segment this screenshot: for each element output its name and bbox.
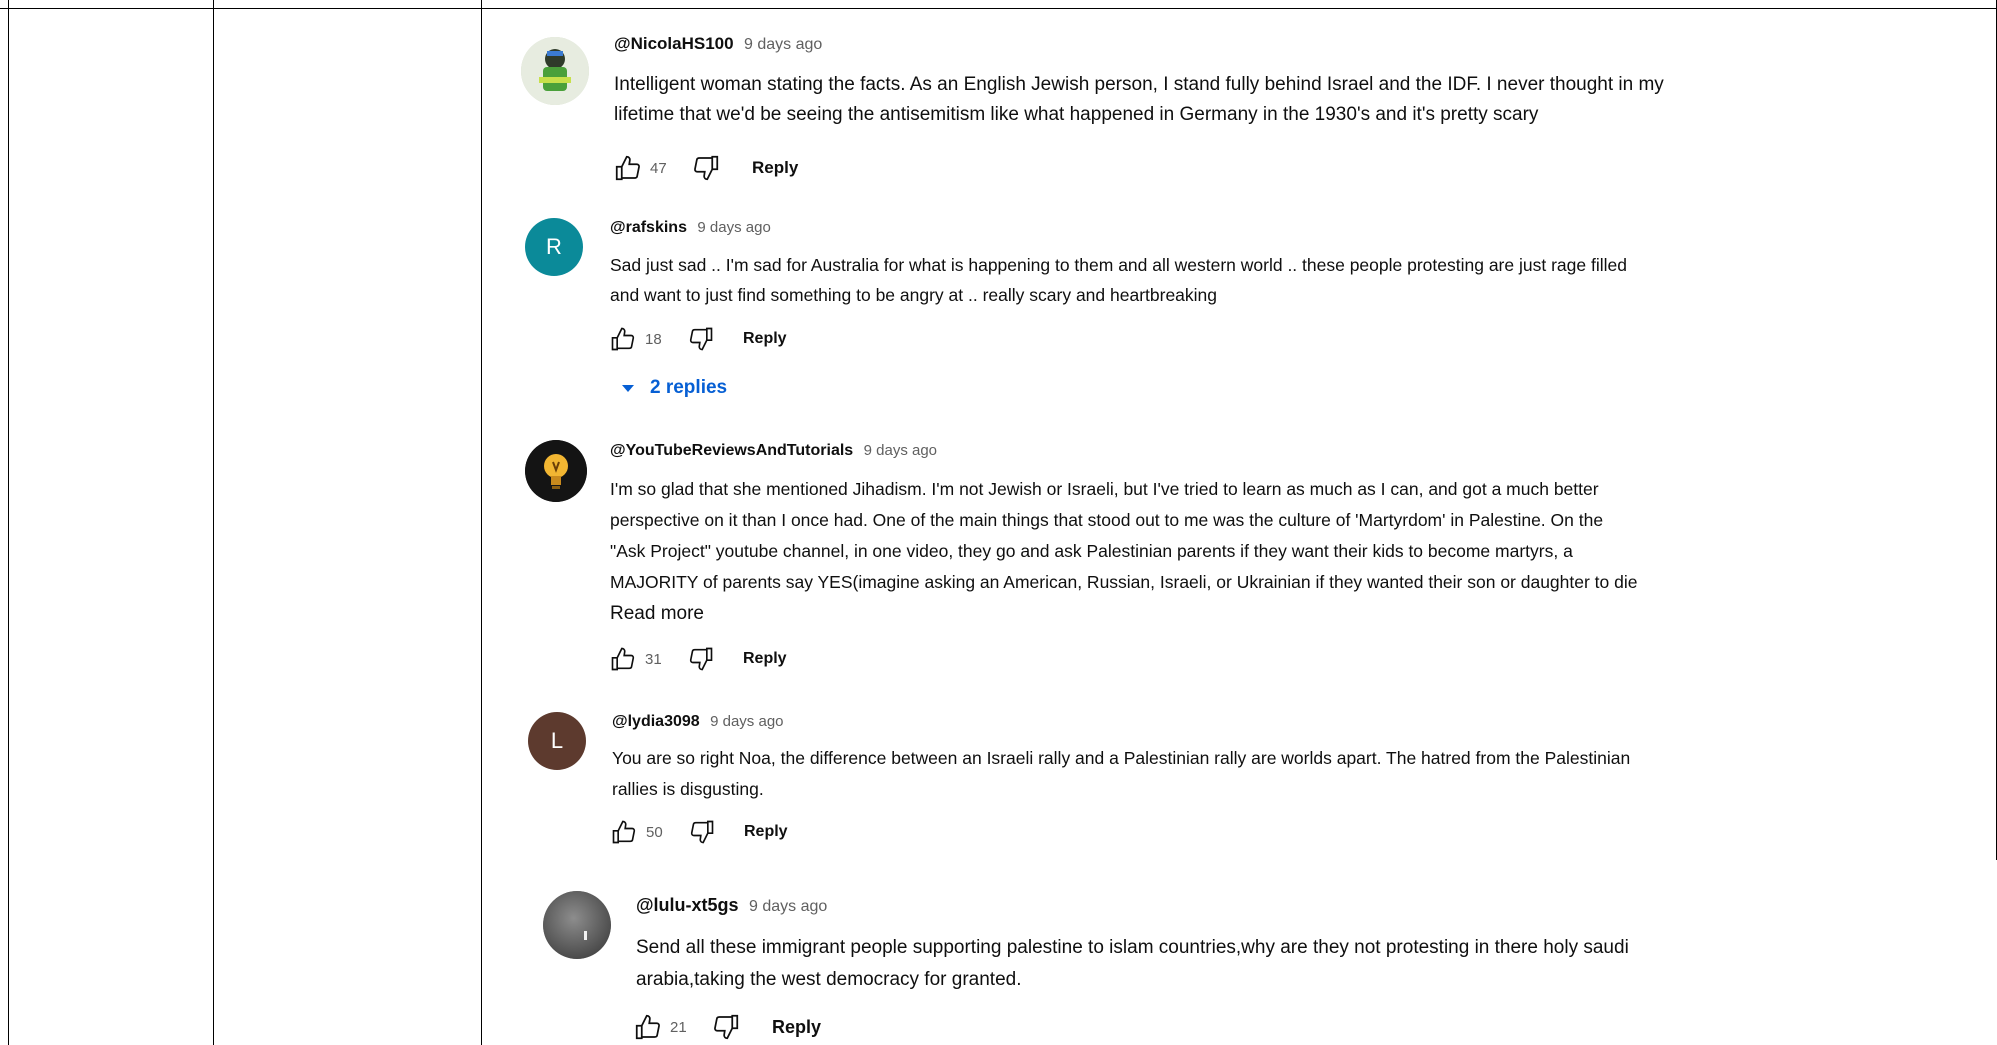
comment-text-line: You are so right Noa, the difference bet… — [612, 748, 1631, 768]
reply-button[interactable]: Reply — [743, 330, 787, 348]
avatar-photo-icon — [521, 37, 589, 105]
comment-actions: 18 Reply — [607, 323, 787, 355]
comment-text-line: Intelligent woman stating the facts. As … — [614, 74, 1664, 95]
comment-text-line: Sad just sad .. I'm sad for Australia fo… — [610, 255, 1627, 275]
replies-count-label: 2 replies — [650, 377, 728, 398]
comment-text: Send all these immigrant people supporti… — [636, 932, 1629, 996]
comment-time[interactable]: 9 days ago — [697, 219, 770, 236]
table-top-border — [0, 8, 1997, 9]
read-more-link[interactable]: Read more — [610, 603, 704, 625]
comment-header: @NicolaHS100 9 days ago — [614, 34, 822, 54]
comment-header: @rafskins 9 days ago — [610, 219, 771, 237]
comment-header: @lulu-xt5gs 9 days ago — [636, 895, 827, 916]
comment-text: You are so right Noa, the difference bet… — [612, 743, 1630, 805]
comment-text-line: MAJORITY of parents say YES(imagine aski… — [610, 572, 1638, 592]
comment-author[interactable]: @rafskins — [610, 219, 687, 236]
comment-author[interactable]: @YouTubeReviewsAndTutorials — [610, 442, 853, 459]
caret-down-icon — [622, 384, 634, 392]
reply-button[interactable]: Reply — [752, 158, 798, 178]
dislike-icon[interactable] — [690, 152, 722, 184]
like-icon[interactable] — [607, 643, 639, 675]
comment-text-line: arabia,taking the west democracy for gra… — [636, 969, 1022, 990]
table-left-border — [8, 0, 9, 1045]
comment-author[interactable]: @lydia3098 — [612, 713, 700, 730]
avatar[interactable] — [521, 37, 589, 105]
comment-text-line: perspective on it than I once had. One o… — [610, 510, 1604, 530]
like-count: 31 — [645, 650, 662, 668]
comment-actions: 21 Reply — [632, 1011, 821, 1043]
reply-button[interactable]: Reply — [772, 1017, 821, 1038]
comment-header: @lydia3098 9 days ago — [612, 713, 784, 731]
dislike-icon[interactable] — [710, 1011, 742, 1043]
comment-actions: 31 Reply — [607, 643, 787, 675]
table-column-divider-2 — [481, 0, 482, 1045]
avatar[interactable]: R — [525, 218, 583, 276]
comment-text-line: lifetime that we'd be seeing the antisem… — [614, 104, 1539, 125]
comment-text-line: and want to just find something to be an… — [610, 285, 1218, 305]
like-count: 18 — [645, 330, 662, 348]
avatar[interactable]: L — [528, 712, 586, 770]
comment-actions: 47 Reply — [612, 152, 798, 184]
reply-button[interactable]: Reply — [743, 650, 787, 668]
like-icon[interactable] — [632, 1011, 664, 1043]
like-icon[interactable] — [608, 816, 640, 848]
comment-text: I'm so glad that she mentioned Jihadism.… — [610, 474, 1638, 598]
avatar[interactable] — [525, 440, 587, 502]
comment-text-line: "Ask Project" youtube channel, in one vi… — [610, 541, 1573, 561]
comment-text-line: Send all these immigrant people supporti… — [636, 937, 1629, 958]
comment-time[interactable]: 9 days ago — [744, 36, 822, 53]
replies-toggle-button[interactable]: 2 replies — [614, 377, 727, 399]
dislike-icon[interactable] — [685, 643, 717, 675]
comment-time[interactable]: 9 days ago — [864, 442, 937, 459]
dislike-icon[interactable] — [685, 323, 717, 355]
comment-text: Intelligent woman stating the facts. As … — [614, 70, 1664, 130]
like-icon[interactable] — [607, 323, 639, 355]
comment-text-line: rallies is disgusting. — [612, 779, 764, 799]
comment-time[interactable]: 9 days ago — [710, 713, 783, 730]
comment-header: @YouTubeReviewsAndTutorials 9 days ago — [610, 442, 937, 460]
comment-author[interactable]: @NicolaHS100 — [614, 34, 734, 53]
like-count: 47 — [650, 159, 667, 177]
dislike-icon[interactable] — [686, 816, 718, 848]
reply-button[interactable]: Reply — [744, 823, 788, 841]
like-icon[interactable] — [612, 152, 644, 184]
comment-text: Sad just sad .. I'm sad for Australia fo… — [610, 250, 1627, 310]
like-count: 50 — [646, 823, 663, 841]
table-column-divider-1 — [213, 0, 214, 1045]
comment-actions: 50 Reply — [608, 816, 788, 848]
avatar-photo-icon — [543, 891, 611, 959]
like-count: 21 — [670, 1018, 687, 1036]
comment-time[interactable]: 9 days ago — [749, 898, 827, 915]
lightbulb-icon — [525, 440, 587, 502]
comment-author[interactable]: @lulu-xt5gs — [636, 895, 739, 915]
avatar[interactable] — [543, 891, 611, 959]
comment-text-line: I'm so glad that she mentioned Jihadism.… — [610, 479, 1599, 499]
